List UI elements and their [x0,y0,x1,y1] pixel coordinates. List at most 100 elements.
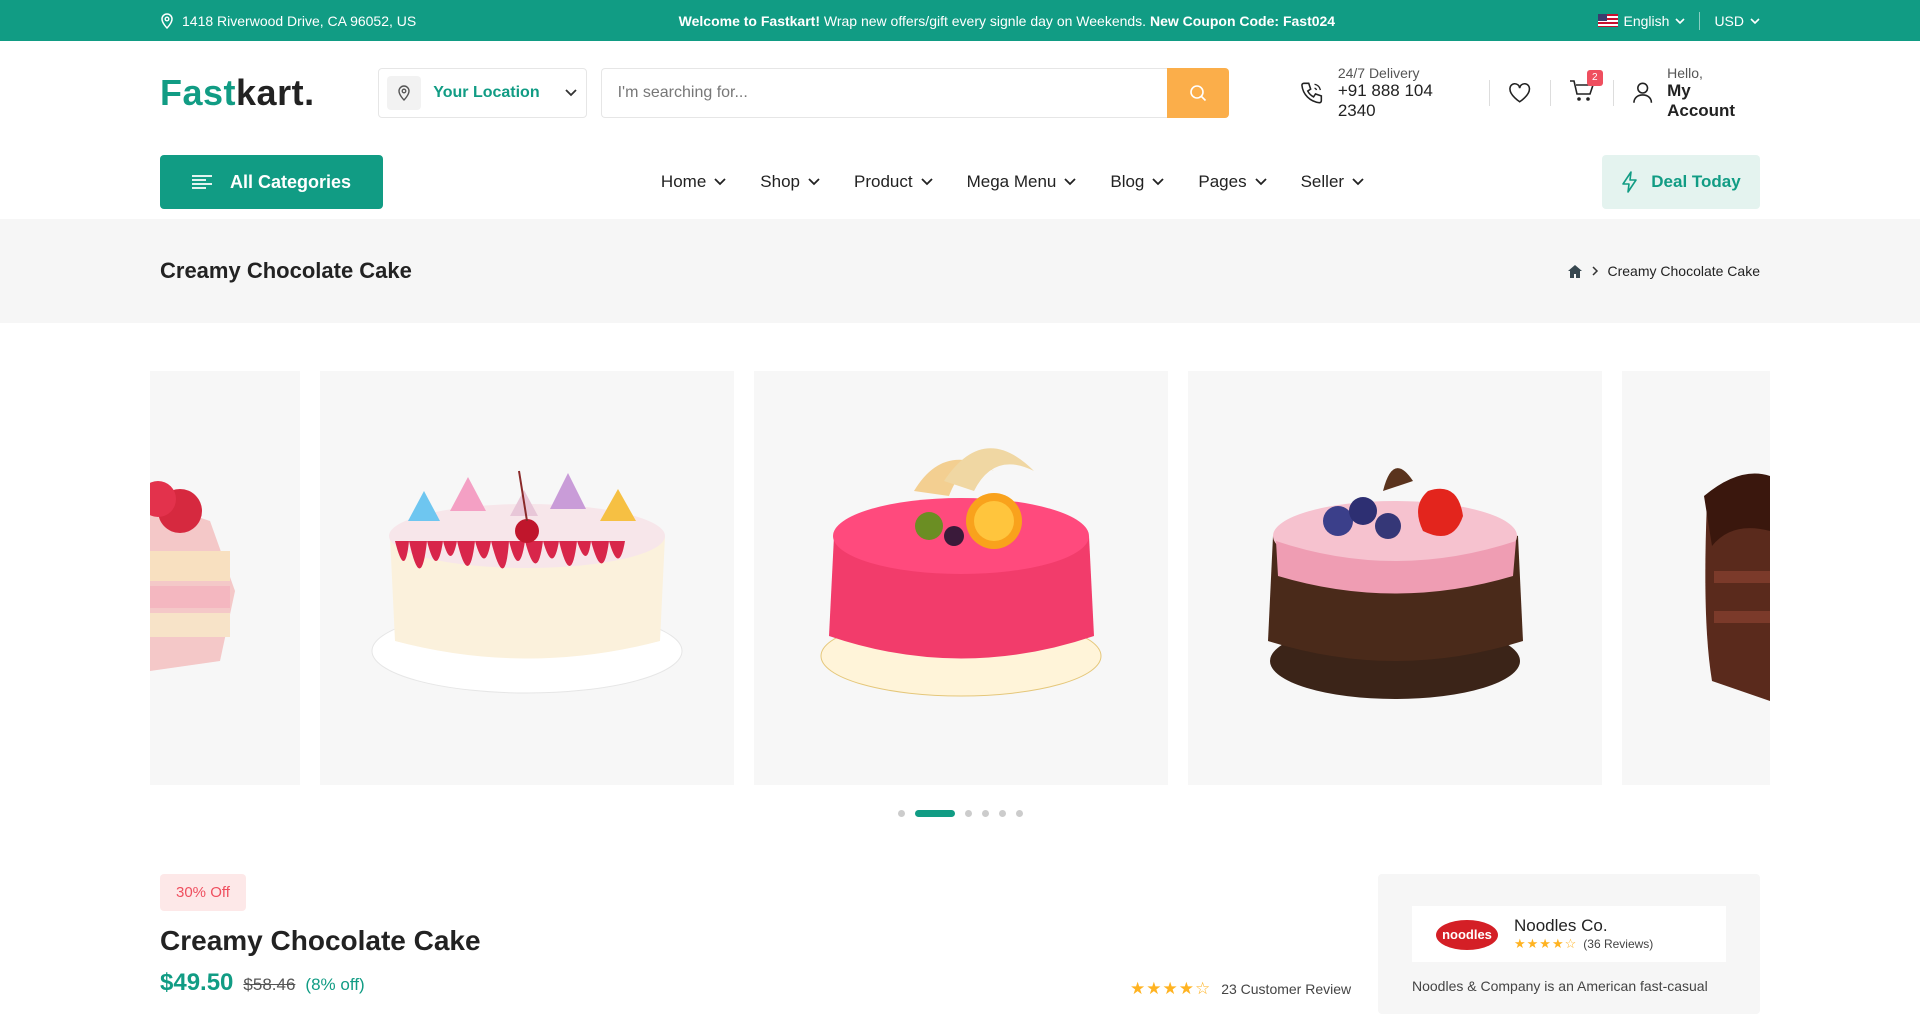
divider [1699,11,1701,30]
nav-item-product[interactable]: Product [854,172,933,192]
star-rating-icon: ★★★★☆ [1130,979,1212,998]
welcome-bold: Welcome to Fastkart! [678,12,820,29]
chevron-right-icon [1592,266,1599,276]
carousel-slide[interactable] [1188,371,1602,785]
main-navigation: All Categories Home Shop Product Mega Me… [0,145,1920,219]
lightning-icon [1622,171,1638,193]
nav-item-seller[interactable]: Seller [1301,172,1364,192]
search-bar: I'm searching for... [600,68,1229,118]
welcome-text: Wrap new offers/gift every signle day on… [820,12,1150,29]
location-pin-icon [161,12,173,29]
chevron-down-icon [920,178,933,186]
breadcrumb-current: Creamy Chocolate Cake [1607,263,1760,279]
delivery-label: 24/7 Delivery [1337,65,1420,81]
nav-label: Pages [1198,172,1247,191]
vendor-info[interactable]: noodles Noodles Co. ★★★★☆ (36 Reviews) [1412,906,1726,962]
all-categories-label: All Categories [229,171,352,192]
carousel-dot[interactable] [1015,810,1023,817]
breadcrumb: Creamy Chocolate Cake [1567,263,1760,279]
account-menu[interactable]: Hello, My Account [1632,65,1760,121]
divider [1549,80,1551,106]
nav-item-blog[interactable]: Blog [1110,172,1165,192]
chevron-down-icon [1750,17,1760,24]
carousel-pagination [0,810,1920,817]
language-selector[interactable]: English [1597,12,1686,29]
carousel-dot[interactable] [897,810,905,817]
carousel-slide[interactable] [320,371,734,785]
product-details: 30% Off Creamy Chocolate Cake $49.50 $58… [160,874,1760,1014]
vendor-name: Noodles Co. [1514,916,1608,935]
user-icon [1632,82,1652,103]
carousel-dot[interactable] [964,810,972,817]
nav-label: Shop [760,172,800,191]
old-price: $58.46 [243,975,296,994]
site-header: Fastkart. Your Location I'm searching fo… [0,41,1920,145]
search-button[interactable] [1166,68,1229,118]
vendor-card: noodles Noodles Co. ★★★★☆ (36 Reviews) N… [1378,874,1760,1014]
carousel-slide[interactable] [1622,371,1770,785]
product-image-carousel[interactable] [0,371,1920,785]
berry-chocolate-cake-image [1268,468,1523,699]
carousel-dot[interactable] [981,810,989,817]
chevron-down-icon [1352,178,1364,186]
product-rating[interactable]: ★★★★☆ 23 Customer Review [1130,979,1351,999]
discount-badge: 30% Off [160,874,246,911]
nav-menu: Home Shop Product Mega Menu Blog Pages S… [661,172,1364,192]
chevron-down-icon [1675,17,1686,24]
carousel-dot-active[interactable] [914,810,955,817]
delivery-info[interactable]: 24/7 Delivery +91 888 104 2340 [1299,65,1472,121]
chevron-down-icon [564,89,577,97]
review-count: 23 Customer Review [1221,981,1352,997]
cart-count-badge: 2 [1586,69,1603,86]
all-categories-button[interactable]: All Categories [160,155,383,209]
account-label: My Account [1667,81,1736,120]
carousel-slide[interactable] [150,371,300,785]
nav-label: Mega Menu [966,172,1057,191]
nav-item-shop[interactable]: Shop [760,172,820,192]
nav-label: Product [853,172,913,191]
logo-part2: kart. [236,72,315,113]
location-pin-icon [387,76,422,110]
noodles-logo: noodles [1436,920,1498,950]
address-text: 1418 Riverwood Drive, CA 96052, US [182,12,417,29]
page-title: Creamy Chocolate Cake [160,258,412,283]
home-icon[interactable] [1567,264,1583,279]
vendor-description: Noodles & Company is an American fast-ca… [1412,978,1708,994]
star-rating-icon: ★★★★☆ [1514,936,1578,951]
location-selector[interactable]: Your Location [378,68,587,118]
delivery-phone: +91 888 104 2340 [1337,81,1433,120]
deal-today-button[interactable]: Deal Today [1601,155,1760,209]
top-announcement-bar: 1418 Riverwood Drive, CA 96052, US Welco… [0,0,1920,41]
drip-cake-image [371,470,683,694]
menu-lines-icon [191,175,212,189]
chevron-down-icon [1064,178,1076,186]
nav-item-pages[interactable]: Pages [1198,172,1267,192]
nav-label: Seller [1300,172,1345,191]
carousel-dot[interactable] [998,810,1006,817]
phone-icon [1300,82,1322,104]
chevron-down-icon [1254,178,1267,186]
site-logo[interactable]: Fastkart. [160,72,356,114]
percent-off: (8% off) [305,975,365,994]
chocolate-slice-image [1704,473,1770,701]
deal-today-label: Deal Today [1651,172,1741,191]
nav-item-home[interactable]: Home [661,172,726,192]
svg-text:noodles: noodles [1442,927,1492,942]
coupon-code: New Coupon Code: Fast024 [1149,12,1336,29]
language-label: English [1623,12,1670,29]
nav-item-mega-menu[interactable]: Mega Menu [967,172,1077,192]
nav-label: Home [660,172,707,191]
search-icon [1189,85,1206,102]
search-input[interactable]: I'm searching for... [600,68,1167,118]
cart-button[interactable]: 2 [1569,69,1603,108]
wishlist-heart-icon[interactable] [1508,82,1531,104]
divider [1612,80,1614,106]
carousel-slide[interactable] [754,371,1168,785]
divider [1489,80,1491,106]
vendor-rating: ★★★★☆ (36 Reviews) [1514,936,1653,952]
us-flag-icon [1597,14,1618,27]
fruit-glaze-cake-image [820,448,1102,697]
chevron-down-icon [1152,178,1165,186]
address: 1418 Riverwood Drive, CA 96052, US [160,13,416,29]
currency-selector[interactable]: USD [1714,13,1760,29]
